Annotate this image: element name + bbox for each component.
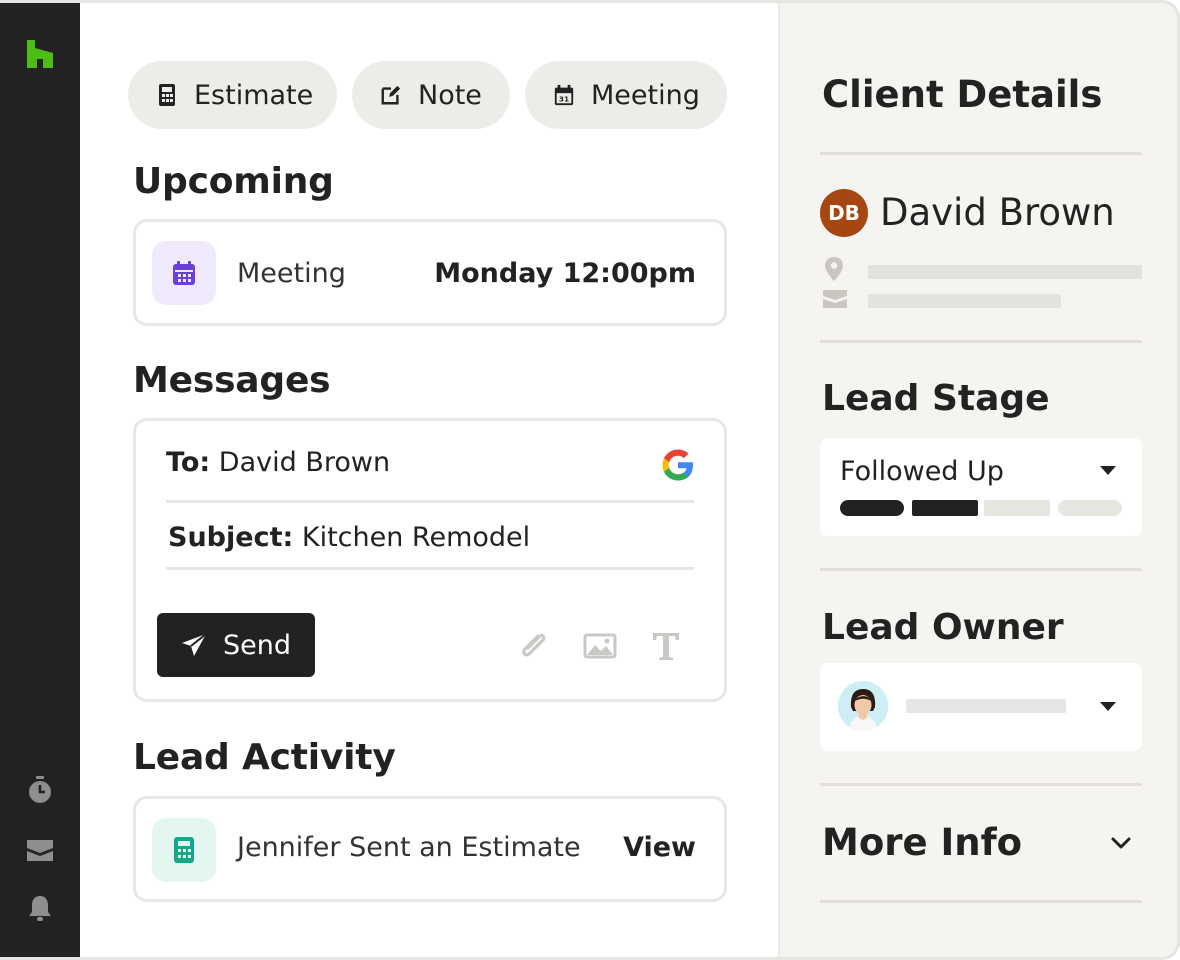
send-button[interactable]: Send [157, 613, 315, 677]
chevron-down-icon [1100, 702, 1116, 711]
stage-progress-segment [984, 500, 1050, 516]
stage-progress-segment [912, 500, 978, 516]
address-placeholder [868, 265, 1142, 279]
divider [820, 783, 1142, 786]
upcoming-item-label: Meeting [237, 258, 346, 289]
lead-stage-value: Followed Up [840, 456, 1004, 487]
calendar-icon [173, 261, 195, 285]
owner-name-placeholder [906, 699, 1066, 713]
message-composer: To: David Brown Subject: Kitchen Remodel [133, 418, 727, 702]
nav-rail [0, 3, 80, 957]
activity-item-label: Jennifer Sent an Estimate [237, 832, 581, 863]
mail-icon [823, 290, 847, 308]
messages-heading: Messages [133, 360, 331, 401]
text-format-icon[interactable] [648, 628, 684, 664]
activity-view-link[interactable]: View [623, 832, 696, 863]
meeting-button-label: Meeting [591, 79, 700, 111]
location-pin-icon [825, 257, 843, 281]
divider [166, 500, 694, 503]
client-avatar: DB [820, 189, 868, 237]
inbox-icon[interactable] [25, 835, 55, 865]
send-button-label: Send [223, 629, 292, 661]
lead-stage-select[interactable]: Followed Up [820, 438, 1142, 536]
upcoming-item-time: Monday 12:00pm [434, 258, 696, 289]
attachment-icon[interactable] [516, 628, 552, 664]
lead-owner-heading: Lead Owner [822, 607, 1064, 648]
client-name: David Brown [880, 191, 1115, 234]
lead-activity-heading: Lead Activity [133, 737, 396, 778]
client-details-panel: Client Details DB David Brown Lead Stage… [778, 3, 1177, 957]
more-info-heading[interactable]: More Info [822, 821, 1022, 864]
stopwatch-icon[interactable] [25, 775, 55, 805]
calendar-icon: 31 [554, 84, 574, 106]
chevron-down-icon[interactable] [1110, 835, 1132, 851]
estimate-button-label: Estimate [194, 79, 314, 111]
image-icon[interactable] [582, 628, 618, 664]
subject-value: Kitchen Remodel [301, 522, 531, 553]
stage-progress-segment [840, 500, 904, 516]
note-button[interactable]: Note [352, 61, 510, 129]
divider [820, 900, 1142, 903]
note-button-label: Note [418, 79, 482, 111]
divider [166, 567, 694, 570]
subject-field[interactable]: Subject: Kitchen Remodel [168, 522, 530, 553]
houzz-logo-icon[interactable] [25, 38, 55, 70]
to-label: To: [166, 447, 211, 478]
divider [820, 152, 1142, 155]
divider [820, 568, 1142, 571]
google-icon [662, 449, 693, 481]
send-icon [182, 633, 207, 656]
chevron-down-icon [1100, 466, 1116, 475]
main-panel: Estimate Note 31 Meeting Upcoming Meetin… [80, 3, 778, 957]
estimate-button[interactable]: Estimate [128, 61, 337, 129]
app-window: Estimate Note 31 Meeting Upcoming Meetin… [0, 0, 1180, 960]
to-field[interactable]: To: David Brown [166, 447, 390, 478]
bell-icon[interactable] [25, 893, 55, 923]
stage-progress-segment [1058, 500, 1122, 516]
lead-activity-card: Jennifer Sent an Estimate View [133, 796, 727, 902]
edit-note-icon [381, 85, 401, 105]
divider [820, 340, 1142, 343]
svg-text:31: 31 [559, 94, 569, 103]
email-placeholder [868, 294, 1061, 308]
upcoming-card[interactable]: Meeting Monday 12:00pm [133, 219, 727, 326]
lead-stage-heading: Lead Stage [822, 378, 1050, 419]
upcoming-heading: Upcoming [133, 161, 334, 202]
meeting-button[interactable]: 31 Meeting [525, 61, 727, 129]
estimate-tile [152, 818, 216, 882]
to-value: David Brown [218, 447, 391, 478]
calculator-icon [159, 84, 175, 106]
upcoming-calendar-tile [152, 241, 216, 305]
calculator-icon [174, 837, 194, 863]
subject-label: Subject: [168, 522, 294, 553]
owner-avatar [838, 681, 888, 731]
lead-owner-select[interactable] [820, 663, 1142, 751]
client-details-heading: Client Details [822, 73, 1103, 116]
